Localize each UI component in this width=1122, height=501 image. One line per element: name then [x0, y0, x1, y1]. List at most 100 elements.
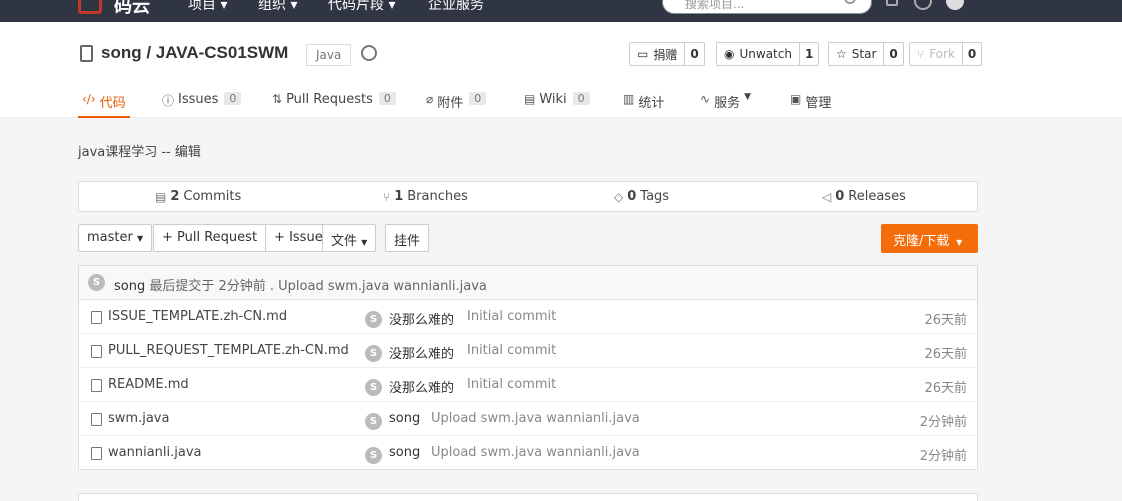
commit-message[interactable]: Initial commit	[467, 377, 556, 392]
file-icon	[91, 345, 102, 358]
pull-request-icon: ⇅	[272, 92, 283, 106]
branch-select[interactable]: master ▼	[78, 224, 153, 252]
unwatch-button[interactable]: ◉ Unwatch 1	[716, 42, 820, 66]
logo-icon[interactable]	[78, 0, 102, 14]
readme-panel	[78, 493, 978, 501]
nav-item-snippets[interactable]: 代码片段 ▾	[328, 0, 395, 14]
issue-icon: ⓘ	[162, 94, 175, 108]
donate-count: 0	[684, 43, 703, 65]
chevron-down-icon: ▼	[136, 234, 144, 243]
avatar: S	[365, 345, 382, 362]
user-avatar[interactable]	[946, 0, 964, 10]
donate-button[interactable]: ▭ 捐赠 0	[629, 42, 705, 66]
avatar: S	[365, 413, 382, 430]
eye-icon: ◉	[724, 47, 735, 61]
commit-author[interactable]: 没那么难的	[389, 377, 454, 396]
file-name[interactable]: PULL_REQUEST_TEMPLATE.zh-CN.md	[108, 343, 349, 358]
badge-icon[interactable]	[361, 45, 377, 61]
fork-button[interactable]: ⑂ Fork 0	[909, 42, 983, 66]
tab-code[interactable]: ‹/› 代码	[78, 92, 130, 118]
bell-icon[interactable]	[886, 0, 898, 6]
tab-issues[interactable]: ⓘ Issues 0	[162, 92, 242, 118]
repo-description: java课程学习 -- 编辑	[78, 145, 201, 160]
table-row: README.md S 没那么难的 Initial commit 26天前	[79, 368, 977, 402]
language-tag[interactable]: Java	[306, 44, 352, 66]
last-commit-text: song 最后提交于 2分钟前 . Upload swm.java wannia…	[114, 279, 487, 294]
service-icon: ∿	[700, 92, 711, 106]
branches-stat[interactable]: ⑂ 1 Branches	[383, 189, 468, 204]
tab-stats[interactable]: ▥ 统计	[623, 92, 664, 118]
last-commit-bar: S song 最后提交于 2分钟前 . Upload swm.java wann…	[79, 266, 977, 300]
file-icon	[91, 379, 102, 392]
file-name[interactable]: wannianli.java	[108, 445, 202, 460]
chart-icon: ▥	[623, 92, 635, 106]
fork-count: 0	[961, 43, 981, 65]
table-row: PULL_REQUEST_TEMPLATE.zh-CN.md S 没那么难的 I…	[79, 334, 977, 368]
commit-icon: ▤	[155, 189, 167, 204]
brand-name[interactable]: 码云	[114, 0, 150, 18]
code-icon: ‹/›	[82, 92, 96, 106]
repo-title[interactable]: song / JAVA-CS01SWM	[101, 43, 288, 63]
files-dropdown[interactable]: 文件 ▼	[322, 224, 377, 252]
branch-icon: ⑂	[383, 189, 391, 204]
commit-message[interactable]: Initial commit	[467, 309, 556, 324]
commit-author[interactable]: 没那么难的	[389, 309, 454, 328]
file-name[interactable]: ISSUE_TEMPLATE.zh-CN.md	[108, 309, 287, 324]
tab-manage[interactable]: ▣ 管理	[790, 92, 831, 118]
avatar[interactable]: S	[88, 274, 105, 291]
chevron-down-icon: ▼	[744, 92, 751, 102]
nav-item-projects[interactable]: 项目 ▾	[188, 0, 227, 14]
tab-wiki[interactable]: ▤ Wiki 0	[524, 92, 590, 118]
commit-message[interactable]: Upload swm.java wannianli.java	[431, 445, 640, 460]
repo-header: song / JAVA-CS01SWM Java ▭ 捐赠 0 ◉ Unwatch …	[0, 22, 1122, 118]
commit-time: 26天前	[924, 381, 967, 396]
commit-time: 2分钟前	[919, 449, 967, 464]
manage-icon: ▣	[790, 92, 802, 106]
pr-issue-group: + Pull Request + Issue	[153, 224, 332, 252]
new-issue-button[interactable]: + Issue	[265, 225, 331, 251]
commit-time: 26天前	[924, 347, 967, 362]
commits-stat[interactable]: ▤ 2 Commits	[155, 189, 241, 204]
star-icon: ☆	[836, 47, 847, 61]
repo-icon	[80, 45, 93, 62]
commit-time: 2分钟前	[919, 415, 967, 430]
plus-icon[interactable]	[914, 0, 932, 10]
tab-services[interactable]: ∿ 服务 ▼	[700, 92, 751, 118]
top-nav: 码云 项目 ▾ 组织 ▾ 代码片段 ▾ 企业服务 搜索项目...	[0, 0, 1122, 22]
tags-stat[interactable]: ◇ 0 Tags	[614, 189, 669, 204]
attachment-icon: ⌀	[426, 92, 434, 106]
star-count: 0	[883, 43, 902, 65]
widget-button[interactable]: 挂件	[385, 224, 430, 252]
nav-item-orgs[interactable]: 组织 ▾	[258, 0, 297, 14]
fork-icon: ⑂	[917, 47, 925, 61]
file-list: S song 最后提交于 2分钟前 . Upload swm.java wann…	[78, 265, 978, 470]
tab-attachments[interactable]: ⌀ 附件 0	[426, 92, 487, 118]
star-button[interactable]: ☆ Star 0	[828, 42, 904, 66]
search-input[interactable]: 搜索项目...	[662, 0, 872, 14]
commit-author[interactable]: 没那么难的	[389, 343, 454, 362]
commit-message[interactable]: Initial commit	[467, 343, 556, 358]
tab-pull-requests[interactable]: ⇅ Pull Requests 0	[272, 92, 396, 118]
chevron-down-icon: ▼	[953, 238, 963, 247]
new-pull-request-button[interactable]: + Pull Request	[154, 225, 265, 251]
table-row: ISSUE_TEMPLATE.zh-CN.md S 没那么难的 Initial …	[79, 300, 977, 334]
commit-author[interactable]: song	[389, 445, 420, 460]
file-icon	[91, 311, 102, 324]
commit-author[interactable]: song	[389, 411, 420, 426]
commit-time: 26天前	[924, 313, 967, 328]
avatar: S	[365, 379, 382, 396]
repo-stats: ▤ 2 Commits ⑂ 1 Branches ◇ 0 Tags ◁ 0 Releases	[78, 181, 978, 212]
nav-item-enterprise[interactable]: 企业服务	[428, 0, 484, 14]
wiki-icon: ▤	[524, 92, 536, 106]
commit-message[interactable]: Upload swm.java wannianli.java	[431, 411, 640, 426]
tag-icon: ◇	[614, 189, 624, 204]
table-row: swm.java S song Upload swm.java wannianl…	[79, 402, 977, 436]
releases-stat[interactable]: ◁ 0 Releases	[822, 189, 906, 204]
file-name[interactable]: swm.java	[108, 411, 169, 426]
watch-count: 1	[798, 43, 818, 65]
avatar: S	[365, 311, 382, 328]
donate-icon: ▭	[637, 47, 649, 61]
clone-download-button[interactable]: 克隆/下载 ▼	[881, 224, 978, 253]
file-name[interactable]: README.md	[108, 377, 189, 392]
file-icon	[91, 413, 102, 426]
